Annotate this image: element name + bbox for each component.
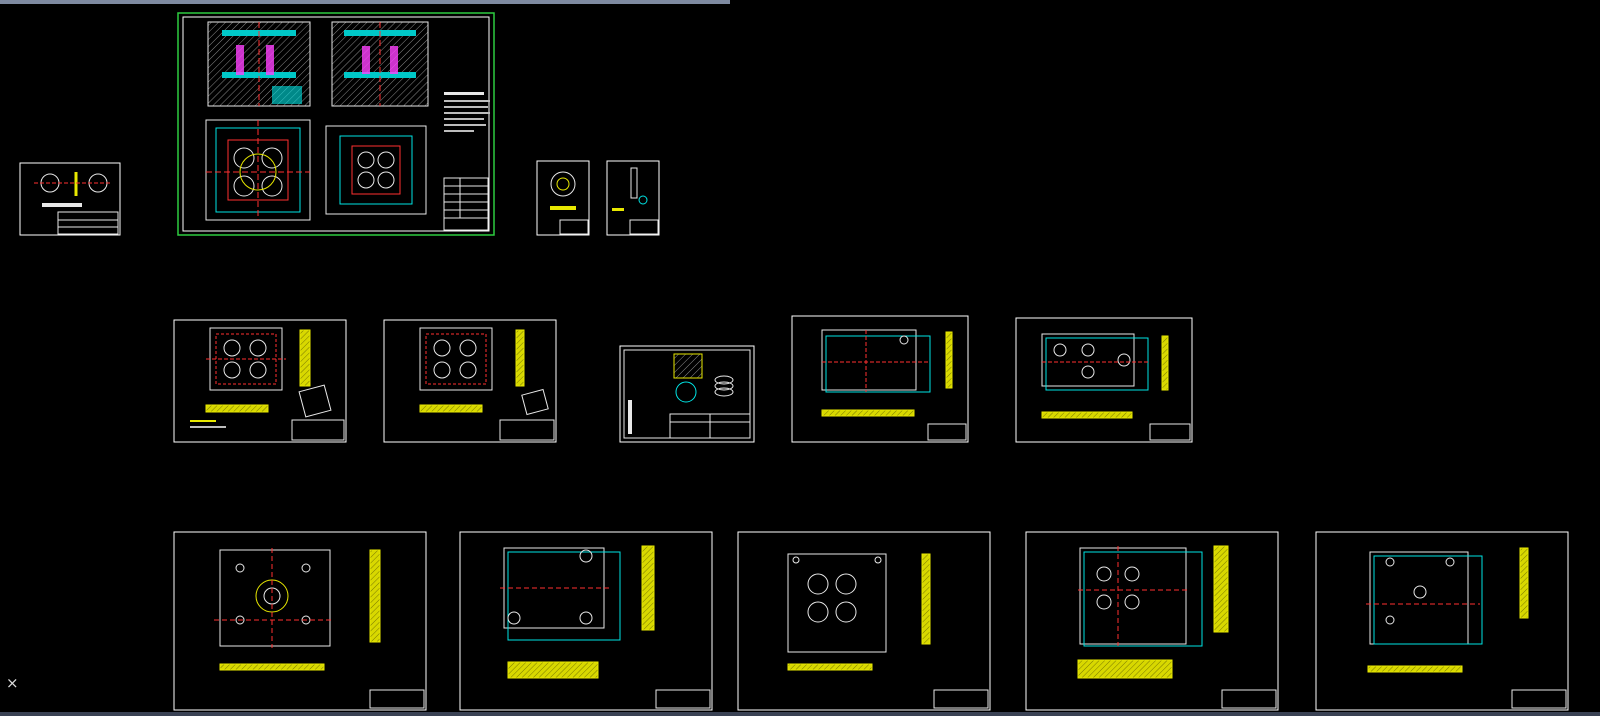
assembly-sheet[interactable] bbox=[177, 12, 495, 236]
part-sheet-pin[interactable] bbox=[606, 160, 660, 236]
status-strip bbox=[0, 712, 1600, 716]
part-sheet-support-plate[interactable] bbox=[1315, 531, 1569, 711]
part-sheet-cavity-plate-2[interactable] bbox=[383, 319, 557, 443]
part-sheet-cavity-plate-1[interactable] bbox=[173, 319, 347, 443]
part-sheet-moving-plate[interactable] bbox=[459, 531, 713, 711]
part-sheet-core-plate[interactable] bbox=[737, 531, 991, 711]
part-sheet-clamp-plate[interactable] bbox=[173, 531, 427, 711]
part-sheet-plate-4[interactable] bbox=[1015, 317, 1193, 443]
part-sheet-plate-3[interactable] bbox=[791, 315, 969, 443]
part-sheet-sprue[interactable] bbox=[619, 345, 755, 443]
drawing-canvas[interactable] bbox=[0, 0, 1600, 712]
part-sheet-small-left[interactable] bbox=[19, 162, 121, 236]
part-sheet-ring[interactable] bbox=[536, 160, 590, 236]
close-icon[interactable]: × bbox=[6, 676, 19, 691]
part-sheet-ejector-plate[interactable] bbox=[1025, 531, 1279, 711]
